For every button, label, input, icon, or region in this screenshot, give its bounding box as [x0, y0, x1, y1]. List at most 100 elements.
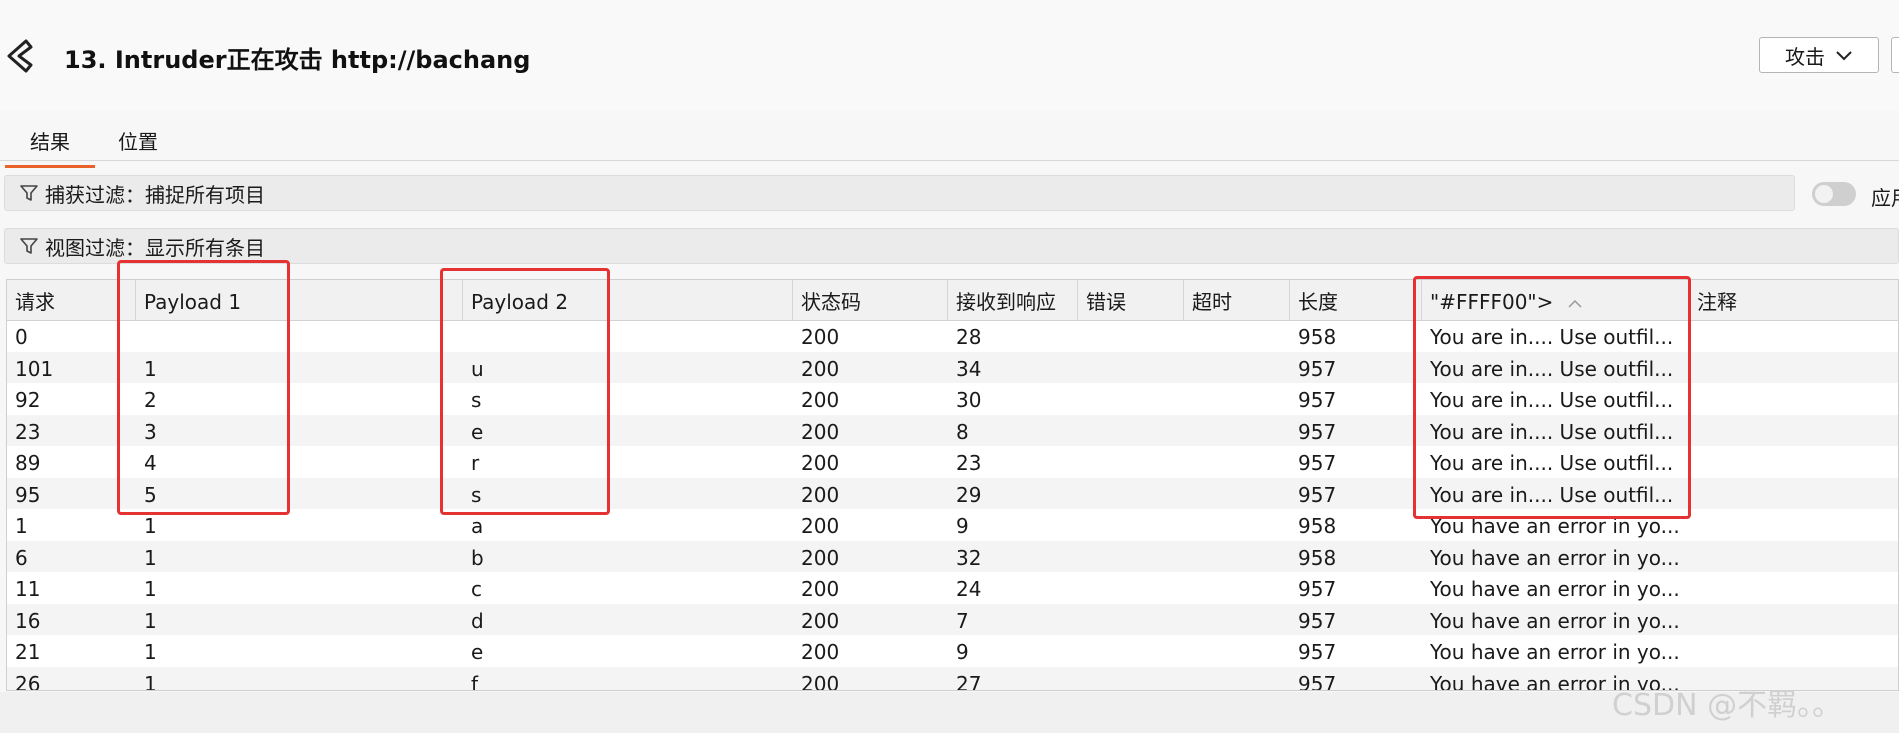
- table-row[interactable]: 92 2 s 200 30 957 You are in.... Use outfil...: [7, 383, 1898, 415]
- cell-timeout: [1184, 352, 1290, 384]
- cell-error: [1078, 667, 1184, 691]
- col-request[interactable]: 请求: [7, 280, 136, 320]
- col-timeout[interactable]: 超时: [1184, 280, 1290, 320]
- attack-button[interactable]: 攻击: [1759, 37, 1879, 73]
- cell-error: [1078, 478, 1184, 510]
- cell-payload-1: 1: [144, 545, 157, 570]
- apply-toggle[interactable]: [1812, 182, 1856, 206]
- secondary-button[interactable]: [1891, 37, 1899, 73]
- cell-length: 957: [1298, 419, 1337, 444]
- cell-status-code: 200: [801, 514, 840, 538]
- table-header: 请求 Payload 1 Payload 2 状态码 接收到响应 错误 超时 长…: [7, 280, 1898, 321]
- table-row[interactable]: 95 5 s 200 29 957 You are in.... Use outfil...: [7, 477, 1898, 510]
- cell-error: [1078, 446, 1184, 478]
- cell-response-received: 8: [956, 419, 969, 444]
- col-error[interactable]: 错误: [1078, 280, 1184, 320]
- cell-comment: [1689, 635, 1898, 667]
- tab-results[interactable]: 结果: [5, 126, 95, 168]
- cell-status-code: 200: [801, 356, 840, 381]
- cell-length: 957: [1298, 640, 1337, 664]
- cell-payload-2: s: [471, 482, 482, 507]
- cell-comment: [1689, 478, 1898, 510]
- capture-filter-bar[interactable]: 捕获过滤：捕捉所有项目: [4, 175, 1795, 211]
- cell-request: 89: [15, 451, 41, 475]
- cell-payload-1: 1: [144, 514, 157, 538]
- cell-grep-extract: You are in.... Use outfil...: [1430, 482, 1674, 507]
- cell-response-received: 29: [956, 482, 982, 507]
- chevron-down-icon: [1836, 51, 1852, 61]
- cell-error: [1078, 383, 1184, 415]
- cell-payload-1: 5: [144, 482, 157, 507]
- cell-status-code: 200: [801, 545, 840, 570]
- cell-length: 957: [1298, 577, 1337, 601]
- cell-grep-extract: You have an error in yo...: [1430, 577, 1680, 601]
- cell-payload-2: f: [471, 671, 479, 691]
- cell-timeout: [1184, 320, 1290, 352]
- table-row[interactable]: 21 1 e 200 9 957 You have an error in yo...: [7, 635, 1898, 667]
- cell-error: [1078, 541, 1184, 573]
- cell-comment: [1689, 446, 1898, 478]
- table-row[interactable]: 16 1 d 200 7 957 You have an error in yo...: [7, 603, 1898, 635]
- col-payload-2[interactable]: Payload 2: [463, 280, 793, 320]
- cell-timeout: [1184, 415, 1290, 447]
- cell-timeout: [1184, 635, 1290, 667]
- table-row[interactable]: 0 200 28 958 You are in.... Use outfil...: [7, 320, 1898, 352]
- table-row[interactable]: 101 1 u 200 34 957 You are in.... Use outfil..…: [7, 351, 1898, 384]
- table-row[interactable]: 23 3 e 200 8 957 You are in.... Use outfil...: [7, 414, 1898, 447]
- cell-comment: [1689, 320, 1898, 352]
- cell-response-received: 27: [956, 671, 982, 691]
- view-filter-bar[interactable]: 视图过滤：显示所有条目: [4, 228, 1899, 264]
- cell-status-code: 200: [801, 451, 840, 475]
- tab-positions[interactable]: 位置: [118, 126, 158, 165]
- cell-status-code: 200: [801, 577, 840, 601]
- cell-request: 6: [15, 545, 28, 570]
- cell-payload-1: 3: [144, 419, 157, 444]
- col-status-code[interactable]: 状态码: [793, 280, 948, 320]
- tab-bar: 结果 位置: [0, 118, 1899, 168]
- col-comment[interactable]: 注释: [1689, 280, 1898, 320]
- table-row[interactable]: 1 1 a 200 9 958 You have an error in yo...: [7, 509, 1898, 541]
- watermark: CSDN @不羁。。: [1612, 688, 1843, 723]
- cell-status-code: 200: [801, 388, 840, 412]
- cell-response-received: 7: [956, 608, 969, 633]
- cell-payload-2: e: [471, 419, 484, 444]
- cell-length: 958: [1298, 325, 1337, 349]
- cell-error: [1078, 572, 1184, 604]
- cell-grep-extract: You have an error in yo...: [1430, 514, 1680, 538]
- view-filter-label: 视图过滤：显示所有条目: [45, 235, 265, 260]
- table-row[interactable]: 11 1 c 200 24 957 You have an error in yo...: [7, 572, 1898, 604]
- cell-grep-extract: You are in.... Use outfil...: [1430, 388, 1674, 412]
- cell-error: [1078, 415, 1184, 447]
- cell-payload-2: u: [471, 356, 484, 381]
- col-length[interactable]: 长度: [1290, 280, 1422, 320]
- apply-toggle-label: 应用: [1871, 186, 1899, 210]
- table-row[interactable]: 89 4 r 200 23 957 You are in.... Use outfil...: [7, 446, 1898, 478]
- cell-comment: [1689, 352, 1898, 384]
- cell-timeout: [1184, 446, 1290, 478]
- window-title: 13. Intruder正在攻击 http://bachang: [64, 46, 531, 74]
- col-payload-1[interactable]: Payload 1: [136, 280, 463, 320]
- cell-length: 957: [1298, 388, 1337, 412]
- results-table[interactable]: 请求 Payload 1 Payload 2 状态码 接收到响应 错误 超时 长…: [6, 279, 1899, 691]
- cell-length: 958: [1298, 545, 1337, 570]
- cell-timeout: [1184, 572, 1290, 604]
- col-response-received[interactable]: 接收到响应: [948, 280, 1078, 320]
- sort-ascending-icon: [1568, 299, 1582, 308]
- cell-grep-extract: You have an error in yo...: [1430, 608, 1680, 633]
- cell-payload-1: 1: [144, 577, 157, 601]
- cell-timeout: [1184, 541, 1290, 573]
- cell-timeout: [1184, 667, 1290, 691]
- table-row[interactable]: 6 1 b 200 32 958 You have an error in yo...: [7, 540, 1898, 573]
- cell-payload-2: s: [471, 388, 482, 412]
- cell-grep-extract: You are in.... Use outfil...: [1430, 325, 1674, 349]
- cell-payload-2: b: [471, 545, 484, 570]
- col-grep-extract[interactable]: "#FFFF00">: [1422, 280, 1689, 320]
- cell-request: 21: [15, 640, 41, 664]
- cell-length: 957: [1298, 482, 1337, 507]
- cell-error: [1078, 635, 1184, 667]
- cell-request: 101: [15, 356, 54, 381]
- cell-response-received: 32: [956, 545, 982, 570]
- cell-comment: [1689, 541, 1898, 573]
- cell-grep-extract: You are in.... Use outfil...: [1430, 356, 1674, 381]
- cell-timeout: [1184, 383, 1290, 415]
